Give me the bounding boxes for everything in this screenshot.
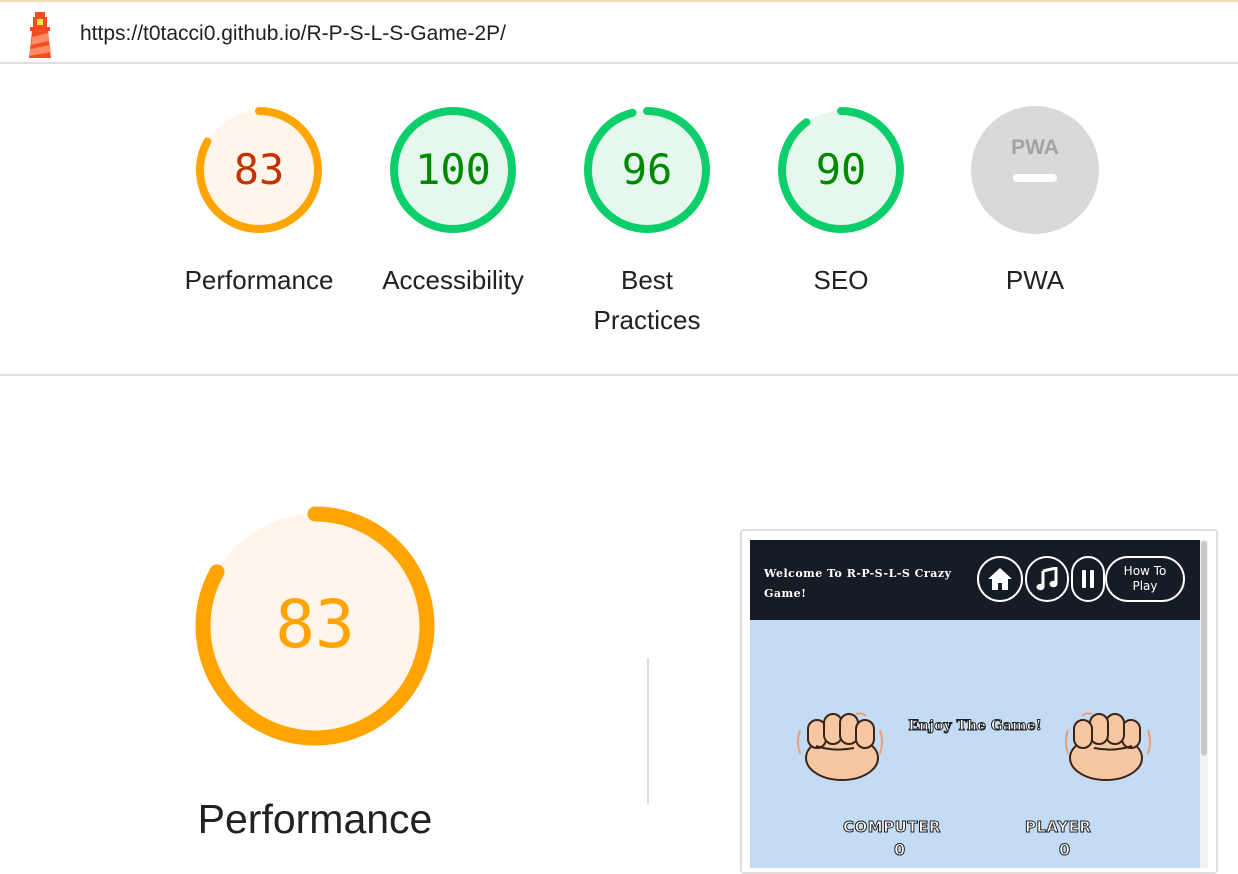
game-how-to-play-button: How To Play [1105, 556, 1185, 602]
how-to-play-label: How To Play [1123, 564, 1167, 593]
final-screenshot: Welcome To R-P-S-L-S Crazy Game! How To … [750, 540, 1200, 868]
screenshot-scrollbar-thumb [1201, 541, 1207, 756]
gauge-seo-label: SEO [813, 265, 869, 295]
gauge-seo[interactable]: 90 SEO [751, 104, 931, 300]
pwa-badge-text: PWA [1011, 136, 1059, 159]
gauge-pwa-badge: PWA [971, 106, 1099, 234]
player-score-value: 0 [1058, 840, 1071, 860]
game-pause-button [1071, 556, 1105, 602]
player-fist-icon [1065, 712, 1151, 781]
score-gauges: 83 Performance 100 Accessibility 96 Best… [0, 66, 1238, 374]
gauge-performance[interactable]: 83 Performance [169, 104, 349, 300]
gauge-accessibility-score: 100 [415, 145, 491, 194]
gauge-best-practices-score: 96 [622, 145, 673, 194]
gauge-best-practices-ring: 96 [584, 107, 710, 233]
gauge-performance-label: Performance [184, 265, 334, 295]
game-body: Enjoy The Game! COMPUTER PLAYER 0 0 [750, 620, 1200, 868]
gauge-accessibility-ring: 100 [390, 107, 516, 233]
computer-score-value: 0 [893, 840, 906, 860]
gauge-pwa[interactable]: PWA PWA [945, 104, 1125, 300]
report-url[interactable]: https://t0tacci0.github.io/R-P-S-L-S-Gam… [80, 22, 506, 46]
pause-icon [1082, 570, 1094, 588]
player-score-label: PLAYER [1024, 818, 1092, 837]
report-url-bar: https://t0tacci0.github.io/R-P-S-L-S-Gam… [0, 2, 1238, 64]
performance-large-gauge: 83 [195, 506, 435, 746]
home-icon [988, 568, 1012, 590]
vertical-divider [647, 658, 649, 804]
computer-fist-icon [797, 712, 883, 781]
music-icon [1036, 567, 1058, 591]
gauge-performance-score: 83 [234, 145, 285, 194]
gauge-accessibility[interactable]: 100 Accessibility [363, 104, 543, 300]
performance-title: Performance [197, 796, 433, 842]
lighthouse-logo-icon [29, 12, 51, 58]
computer-score-label: COMPUTER [843, 818, 941, 837]
gauge-best-practices-label: Best Practices [593, 265, 701, 335]
gauge-pwa-label: PWA [1005, 265, 1065, 295]
enjoy-message: Enjoy The Game! [908, 718, 1043, 735]
game-header: Welcome To R-P-S-L-S Crazy Game! How To … [750, 540, 1200, 620]
pwa-na-dash-icon [1013, 174, 1057, 182]
game-home-button [977, 556, 1023, 602]
game-welcome-text: Welcome To R-P-S-L-S Crazy Game! [764, 567, 952, 600]
gauge-seo-ring: 90 [778, 107, 904, 233]
performance-large-score: 83 [275, 586, 354, 663]
gauge-performance-ring: 83 [196, 107, 322, 233]
gauge-best-practices[interactable]: 96 Best Practices [557, 104, 737, 340]
section-divider [0, 374, 1238, 376]
gauge-accessibility-label: Accessibility [382, 265, 524, 295]
gauge-seo-score: 90 [816, 145, 867, 194]
game-music-button [1025, 556, 1069, 602]
